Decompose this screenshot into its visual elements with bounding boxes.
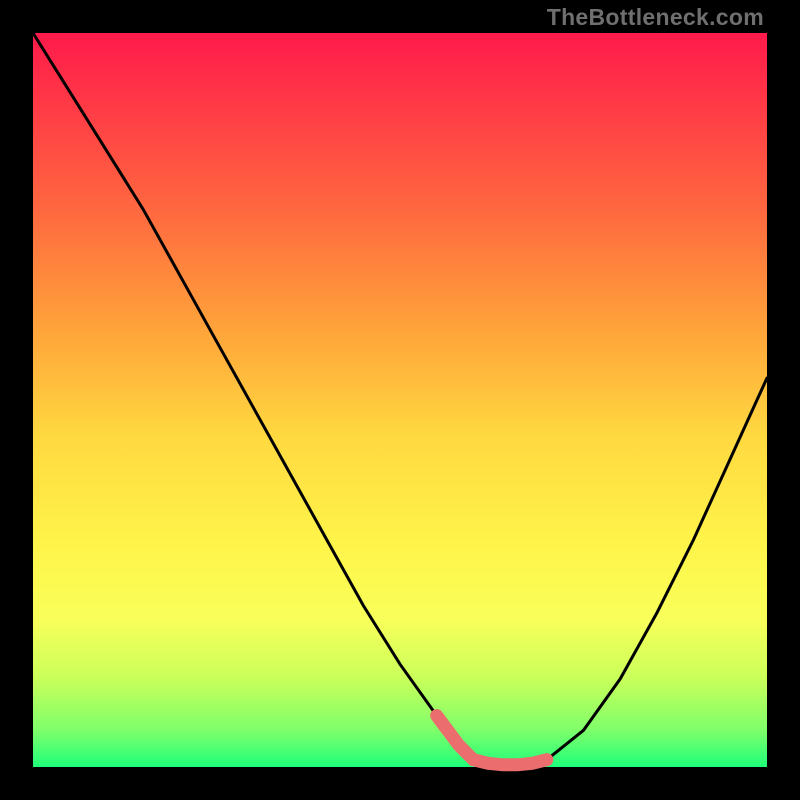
chart-svg bbox=[33, 33, 767, 767]
watermark-text: TheBottleneck.com bbox=[547, 4, 764, 31]
bottleneck-curve bbox=[33, 33, 767, 765]
chart-frame: TheBottleneck.com bbox=[0, 0, 800, 800]
highlight-band bbox=[437, 716, 547, 765]
